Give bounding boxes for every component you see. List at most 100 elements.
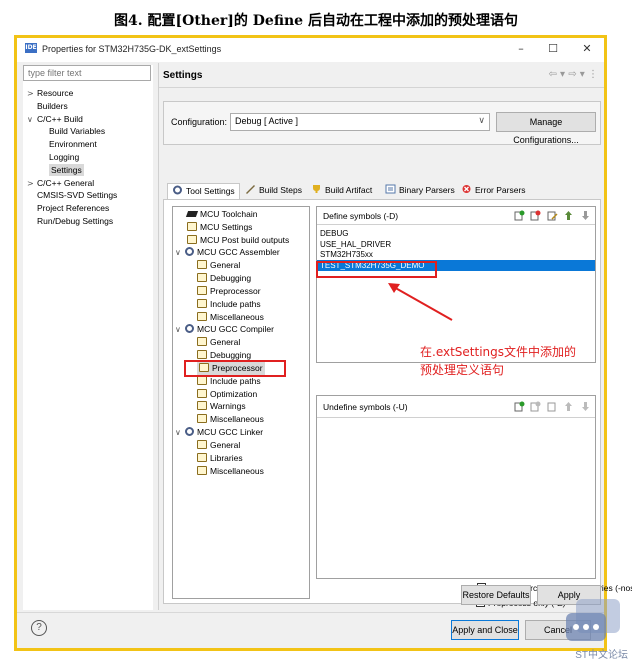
manage-configurations-button[interactable]: Manage Configurations... [496, 112, 596, 145]
figure-caption: 图4. 配置[Other]的 Define 后自动在工程中添加的预处理语句 [114, 13, 518, 29]
tree-item-label: Miscellaneous [210, 465, 264, 476]
filter-input[interactable] [23, 65, 151, 81]
build-steps-icon [246, 185, 255, 194]
sidebar-item-c-c-build[interactable]: ∨ C/C++ Build [27, 113, 83, 125]
chevron-down-icon[interactable]: ∨ [175, 426, 185, 439]
sidebar-item-environment[interactable]: Environment [49, 138, 97, 150]
tree-item-mcu-gcc-compiler[interactable]: ∨ MCU GCC Compiler [175, 323, 274, 336]
tree-item-debugging[interactable]: Debugging [197, 272, 251, 285]
sidebar-item-project-references[interactable]: Project References [37, 202, 109, 214]
sidebar-item-c-c-general[interactable]: > C/C++ General [27, 177, 94, 189]
define-symbols-title: Define symbols (-D) [323, 211, 399, 221]
delete-icon[interactable] [530, 401, 541, 412]
chevron-down-icon: ∨ [478, 116, 485, 126]
close-button[interactable]: ✕ [577, 41, 597, 57]
tree-item-mcu-toolchain[interactable]: MCU Toolchain [185, 208, 258, 221]
tab-binary-parsers[interactable]: Binary Parsers [385, 183, 455, 199]
tool-settings-tree: MCU Toolchain MCU Settings MCU Post build … [172, 206, 310, 599]
tree-item-libraries[interactable]: Libraries [197, 452, 243, 465]
tree-item-mcu-gcc-linker[interactable]: ∨ MCU GCC Linker [175, 426, 263, 439]
history-nav-arrows[interactable]: ⇦ ▾ ⇨ ▾ ⋮ [548, 69, 598, 80]
tree-item-mcu-post-build-outputs[interactable]: MCU Post build outputs [187, 234, 289, 247]
add-icon[interactable] [514, 401, 525, 412]
tree-item-label: MCU GCC Linker [197, 427, 264, 438]
tree-item-include-paths[interactable]: Include paths [197, 298, 261, 311]
sidebar-item-resource[interactable]: > Resource [27, 87, 73, 99]
annotation-line-1: 在.extSettings文件中添加的 [420, 345, 577, 359]
tree-item-label: MCU Toolchain [200, 209, 258, 219]
configuration-select[interactable]: Debug [ Active ] ∨ [230, 113, 490, 131]
apply-and-close-button[interactable]: Apply and Close [451, 620, 519, 640]
tab-label: Binary Parsers [399, 185, 455, 195]
help-icon[interactable]: ? [31, 620, 47, 636]
define-symbol-item[interactable]: STM32H735xx [319, 249, 374, 260]
tab-build-steps[interactable]: Build Steps [245, 183, 302, 199]
tree-item-miscellaneous[interactable]: Miscellaneous [197, 413, 264, 426]
tree-item-mcu-settings[interactable]: MCU Settings [187, 221, 252, 234]
maximize-button[interactable]: ☐ [543, 41, 563, 57]
tree-item-general[interactable]: General [197, 336, 240, 349]
preprocessor-highlight-box [184, 360, 286, 377]
tree-item-mcu-gcc-assembler[interactable]: ∨ MCU GCC Assembler [175, 246, 280, 259]
define-highlight-box [316, 261, 437, 278]
tree-item-label: MCU Post build outputs [200, 234, 290, 245]
delete-icon[interactable] [530, 210, 541, 221]
sidebar-item-label: C/C++ Build [37, 113, 83, 124]
sidebar-item-settings[interactable]: Settings [49, 163, 84, 176]
sidebar-item-label: Build Variables [49, 126, 106, 137]
tree-item-label: Miscellaneous [210, 311, 264, 322]
chevron-right-icon[interactable]: > [27, 178, 37, 190]
tab-error-parsers[interactable]: Error Parsers [461, 183, 526, 199]
define-symbols-header: Define symbols (-D) [317, 207, 595, 225]
sidebar-item-label: Logging [49, 152, 80, 162]
gear-icon [185, 324, 194, 334]
configuration-label: Configuration: [171, 117, 228, 127]
chevron-down-icon[interactable]: ∨ [175, 323, 185, 336]
tab-label: Build Steps [259, 185, 302, 195]
tree-item-miscellaneous[interactable]: Miscellaneous [197, 465, 264, 478]
configuration-value: Debug [ Active ] [235, 116, 299, 126]
build-artifact-icon [313, 185, 320, 193]
sidebar-item-build-variables[interactable]: Build Variables [49, 125, 105, 137]
sidebar-item-builders[interactable]: Builders [37, 100, 68, 112]
minimize-button[interactable]: – [511, 41, 531, 57]
move-up-icon[interactable] [563, 401, 574, 412]
add-icon[interactable] [514, 210, 525, 221]
edit-icon[interactable] [547, 210, 558, 221]
sidebar-item-cmsis-svd-settings[interactable]: CMSIS-SVD Settings [37, 189, 117, 201]
tree-item-label: Warnings [210, 401, 246, 412]
tab-tool-settings[interactable]: Tool Settings [167, 183, 240, 199]
tree-item-warnings[interactable]: Warnings [197, 400, 246, 413]
chevron-right-icon[interactable]: > [27, 88, 37, 100]
tree-item-label: Debugging [210, 350, 252, 361]
tab-label: Build Artifact [325, 185, 373, 195]
tree-item-general[interactable]: General [197, 259, 240, 272]
properties-window: IDE Properties for STM32H735G-DK_extSett… [14, 35, 632, 651]
dialog-button-bar: ? Apply and Close Cancel [17, 612, 604, 648]
move-up-icon[interactable] [563, 210, 574, 221]
tree-item-optimization[interactable]: Optimization [197, 388, 257, 401]
undefine-symbols-panel: Undefine symbols (-U) [316, 395, 596, 579]
chevron-down-icon[interactable]: ∨ [175, 246, 185, 259]
define-symbol-item[interactable]: USE_HAL_DRIVER [319, 239, 392, 250]
sidebar-item-logging[interactable]: Logging [49, 151, 79, 163]
tree-item-miscellaneous[interactable]: Miscellaneous [197, 311, 264, 324]
tab-build-artifact[interactable]: Build Artifact [311, 183, 372, 199]
move-down-icon[interactable] [580, 401, 591, 412]
define-symbol-item[interactable]: DEBUG [319, 228, 349, 239]
chevron-down-icon[interactable]: ∨ [27, 114, 37, 126]
binary-parsers-icon [385, 184, 396, 194]
settings-pane: Settings ⇦ ▾ ⇨ ▾ ⋮ Configuration: Debug … [158, 63, 632, 610]
sidebar-item-label: Project References [37, 203, 110, 214]
error-parsers-icon [462, 185, 471, 193]
tree-item-label: MCU GCC Compiler [197, 324, 274, 335]
tree-item-general[interactable]: General [197, 439, 240, 452]
edit-icon[interactable] [547, 401, 558, 412]
tree-item-label: Preprocessor [210, 285, 261, 296]
restore-defaults-button[interactable]: Restore Defaults [461, 585, 531, 605]
forum-watermark-text: ST中文论坛 [575, 650, 628, 661]
move-down-icon[interactable] [580, 210, 591, 221]
tree-item-preprocessor[interactable]: Preprocessor [197, 285, 261, 298]
sidebar-item-run-debug-settings[interactable]: Run/Debug Settings [37, 215, 113, 227]
page-title: Settings [163, 70, 203, 81]
